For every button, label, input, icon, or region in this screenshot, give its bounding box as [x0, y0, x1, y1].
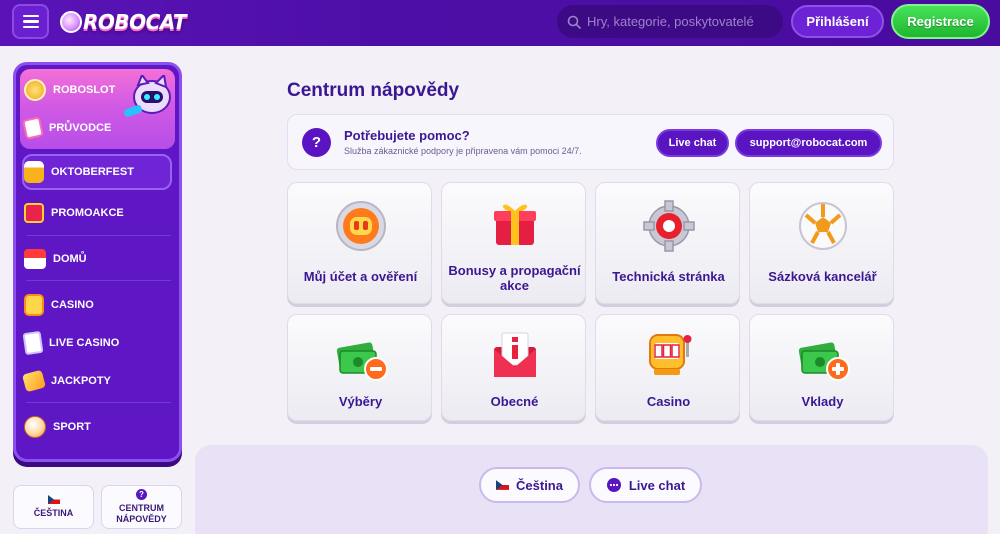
category-card-sportsbook[interactable]: Sázková kancelář — [749, 182, 894, 304]
sidebar-item-label: SPORT — [53, 421, 91, 433]
question-icon: ? — [136, 489, 147, 500]
sidebar-item-label: CASINO — [51, 299, 94, 311]
sidebar-item-sport[interactable]: SPORT — [24, 412, 174, 442]
category-card-casino[interactable]: Casino — [595, 314, 740, 421]
help-center-button[interactable]: ? CENTRUM NÁPOVĚDY — [101, 485, 182, 529]
category-label: Bonusy a propagační akce — [448, 263, 581, 293]
sidebar-item-promoakce[interactable]: PROMOAKCE — [24, 198, 174, 228]
cards-icon — [22, 330, 44, 356]
sidebar-item-label: OKTOBERFEST — [51, 166, 134, 178]
home-icon — [24, 249, 46, 269]
gift-box-icon — [494, 204, 536, 245]
gear-icon — [643, 200, 695, 252]
page-title: Centrum nápovědy — [287, 80, 460, 101]
logo-text: ROBOCAT — [83, 10, 187, 34]
footer-language-label: Čeština — [516, 477, 563, 493]
help-banner-title: Potřebujete pomoc? — [344, 128, 470, 143]
category-card-account[interactable]: Můj účet a ověření — [287, 182, 432, 304]
sidebar-item-jackpoty[interactable]: JACKPOTY — [22, 366, 174, 396]
czech-flag-icon — [47, 495, 60, 504]
hamburger-icon — [22, 14, 39, 18]
czech-flag-icon — [496, 480, 510, 490]
sidebar-item-label: JACKPOTY — [51, 375, 111, 387]
sidebar-item-label: LIVE CASINO — [49, 337, 120, 349]
footer-live-chat-label: Live chat — [628, 477, 686, 493]
sidebar-item-domu[interactable]: DOMŮ — [24, 244, 174, 274]
gift-icon — [24, 203, 44, 223]
language-label: ČEŠTINA — [33, 508, 74, 518]
sidebar-item-roboslot[interactable]: ROBOSLOT — [24, 75, 174, 105]
category-label: Výběry — [338, 394, 383, 409]
footer-live-chat-button[interactable]: Live chat — [589, 467, 702, 503]
slot-machine-icon — [24, 294, 44, 316]
register-button[interactable]: Registrace — [891, 4, 990, 39]
sidebar-item-live-casino[interactable]: LIVE CASINO — [22, 328, 174, 358]
category-label: Obecné — [490, 394, 539, 409]
category-card-withdrawals[interactable]: Výběry — [287, 314, 432, 421]
search-input[interactable] — [587, 14, 777, 29]
category-label: Technická stránka — [612, 269, 725, 284]
category-card-general[interactable]: Obecné — [441, 314, 586, 421]
question-icon: ? — [302, 128, 331, 157]
top-header: ROBOCAT Přihlášení Registrace — [0, 0, 1000, 46]
sidebar-item-label: PROMOAKCE — [51, 207, 124, 219]
chat-bubble-icon — [606, 478, 621, 492]
menu-button[interactable] — [12, 4, 49, 39]
cash-minus-icon — [336, 342, 388, 381]
category-label: Casino — [646, 394, 691, 409]
help-banner-subtitle: Služba zákaznické podpory je připravena … — [344, 146, 582, 156]
beer-mug-icon — [24, 161, 44, 183]
help-center-label: CENTRUM NÁPOVĚDY — [116, 503, 167, 524]
support-email-button[interactable]: support@robocat.com — [735, 129, 882, 157]
search-bar[interactable] — [557, 5, 783, 38]
login-button[interactable]: Přihlášení — [791, 5, 884, 38]
footer-language-button[interactable]: Čeština — [479, 467, 580, 503]
category-card-technical[interactable]: Technická stránka — [595, 182, 740, 304]
sidebar-item-label: PRŮVODCE — [49, 122, 112, 134]
cash-plus-icon — [798, 342, 850, 381]
account-icon — [336, 201, 386, 251]
robot-cat-icon — [60, 11, 82, 33]
guide-book-icon — [22, 116, 44, 140]
ball-icon — [24, 416, 46, 438]
logo[interactable]: ROBOCAT — [60, 6, 187, 38]
category-card-deposits[interactable]: Vklady — [749, 314, 894, 421]
sidebar-item-pruvodce[interactable]: PRŮVODCE — [22, 113, 174, 143]
live-chat-button[interactable]: Live chat — [656, 129, 729, 157]
sidebar-item-label: DOMŮ — [53, 253, 87, 265]
category-label: Sázková kancelář — [768, 269, 877, 284]
coin-stack-icon — [24, 79, 46, 101]
sidebar-item-label: ROBOSLOT — [53, 84, 116, 96]
category-card-bonuses[interactable]: Bonusy a propagační akce — [441, 182, 586, 304]
info-envelope-icon — [494, 332, 536, 377]
language-button[interactable]: ČEŠTINA — [13, 485, 94, 529]
sidebar-item-casino[interactable]: CASINO — [24, 290, 174, 320]
search-icon — [567, 15, 581, 29]
sidebar: ROBOSLOT PRŮVODCE OKTOBERFEST PROMOAKCE … — [13, 62, 182, 462]
jackpot-icon — [22, 369, 46, 393]
help-banner: ? Potřebujete pomoc? Služba zákaznické p… — [287, 114, 894, 170]
category-label: Vklady — [801, 394, 844, 409]
football-icon — [799, 202, 847, 250]
category-label: Můj účet a ověření — [303, 269, 418, 284]
slot-machine-icon — [649, 334, 692, 375]
sidebar-item-oktoberfest[interactable]: OKTOBERFEST — [24, 157, 174, 187]
